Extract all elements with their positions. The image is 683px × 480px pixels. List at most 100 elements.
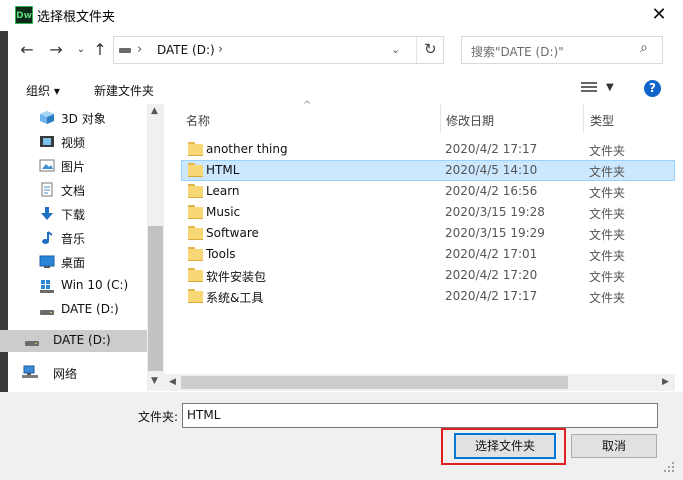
folder-name-input[interactable]: HTML <box>182 403 658 428</box>
file-type: 文件夹 <box>589 207 626 221</box>
sidebar-item-label: DATE (D:) <box>61 302 119 316</box>
address-bar[interactable]: › DATE (D:) › ⌄ ↻ <box>113 36 444 64</box>
folder-icon <box>188 184 203 198</box>
up-arrow-icon[interactable]: ↑ <box>89 38 111 62</box>
folder-icon <box>188 142 203 156</box>
file-name: 系统&工具 <box>206 291 264 305</box>
video-icon <box>39 134 55 149</box>
scroll-up-icon[interactable]: ▲ <box>151 106 158 116</box>
search-icon[interactable]: ⌕ <box>640 40 648 56</box>
sidebar-item-date-d-root[interactable]: DATE (D:) <box>0 330 147 352</box>
file-type: 文件夹 <box>589 228 626 242</box>
file-type: 文件夹 <box>589 291 626 305</box>
sidebar-item-label: DATE (D:) <box>53 333 111 347</box>
list-item[interactable]: another thing 2020/4/2 17:17 文件夹 <box>181 139 675 160</box>
list-item[interactable]: Music 2020/3/15 19:28 文件夹 <box>181 202 675 223</box>
sidebar-item-label: Win 10 (C:) <box>61 278 129 292</box>
list-item[interactable]: 软件安装包 2020/4/2 17:20 文件夹 <box>181 265 675 286</box>
sidebar-item-desktop[interactable]: 桌面 <box>9 251 147 273</box>
select-folder-button[interactable]: 选择文件夹 <box>454 433 556 459</box>
drive-icon <box>119 48 131 53</box>
folder-icon <box>188 289 203 303</box>
file-date: 2020/4/2 17:17 <box>445 142 538 156</box>
list-item-selected[interactable]: HTML 2020/4/5 14:10 文件夹 <box>181 160 675 181</box>
sidebar-item-3d-objects[interactable]: 3D 对象 <box>9 107 147 129</box>
file-name: another thing <box>206 142 288 156</box>
new-folder-button[interactable]: 新建文件夹 <box>94 82 154 99</box>
column-divider[interactable] <box>583 104 584 132</box>
sidebar-item-label: 文档 <box>61 184 86 198</box>
network-icon <box>22 365 38 380</box>
column-divider[interactable] <box>440 104 441 132</box>
view-details-icon[interactable] <box>581 80 597 94</box>
folder-icon <box>188 226 203 240</box>
scroll-right-icon[interactable]: ▶ <box>662 377 669 387</box>
list-item[interactable]: Tools 2020/4/2 17:01 文件夹 <box>181 244 675 265</box>
sidebar-item-documents[interactable]: 文档 <box>9 179 147 201</box>
column-header-type[interactable]: 类型 <box>590 112 614 129</box>
search-box[interactable]: 搜索"DATE (D:)" ⌕ <box>461 36 663 64</box>
breadcrumb-drive[interactable]: DATE (D:) <box>157 43 215 57</box>
horizontal-scrollbar[interactable]: ◀ ▶ <box>164 374 675 391</box>
list-item[interactable]: Learn 2020/4/2 16:56 文件夹 <box>181 181 675 202</box>
help-icon[interactable]: ? <box>644 80 661 97</box>
file-name: Learn <box>206 184 240 198</box>
scroll-thumb[interactable] <box>181 376 568 389</box>
resize-grip-icon[interactable] <box>664 462 676 474</box>
sidebar-item-pictures[interactable]: 图片 <box>9 155 147 177</box>
file-name: 软件安装包 <box>206 270 267 284</box>
address-dropdown-icon[interactable]: ⌄ <box>391 43 400 56</box>
breadcrumb-chevron-icon[interactable]: › <box>218 42 223 57</box>
sidebar-item-network[interactable]: 网络 <box>0 362 147 384</box>
back-arrow-icon[interactable]: ← <box>16 38 38 62</box>
file-type: 文件夹 <box>589 270 626 284</box>
sidebar-item-label: 视频 <box>61 136 86 150</box>
sidebar-item-win10-c[interactable]: Win 10 (C:) <box>9 275 147 297</box>
sidebar-scrollbar[interactable]: ▲ ▼ <box>147 104 164 391</box>
file-name: Software <box>206 226 259 240</box>
view-options-dropdown-icon[interactable]: ▼ <box>606 82 614 93</box>
organize-menu[interactable]: 组织 ▾ <box>26 82 60 99</box>
file-name: Tools <box>206 247 236 261</box>
folder-icon <box>188 205 203 219</box>
file-date: 2020/4/5 14:10 <box>445 163 538 177</box>
window-title: 选择根文件夹 <box>37 10 116 25</box>
file-date: 2020/4/2 16:56 <box>445 184 538 198</box>
scroll-down-icon[interactable]: ▼ <box>151 376 158 386</box>
breadcrumb-chevron-icon[interactable]: › <box>137 42 142 57</box>
column-header-name[interactable]: 名称 <box>186 112 210 129</box>
scroll-left-icon[interactable]: ◀ <box>169 377 176 387</box>
scroll-thumb[interactable] <box>148 226 163 371</box>
sidebar-item-label: 图片 <box>61 160 86 174</box>
sidebar-item-date-d[interactable]: DATE (D:) <box>9 299 147 321</box>
sidebar-item-music[interactable]: 音乐 <box>9 227 147 249</box>
refresh-icon[interactable]: ↻ <box>424 40 437 58</box>
file-type: 文件夹 <box>589 249 626 263</box>
list-item[interactable]: 系统&工具 2020/4/2 17:17 文件夹 <box>181 286 675 307</box>
sidebar-item-label: 音乐 <box>61 232 86 246</box>
sidebar-item-videos[interactable]: 视频 <box>9 131 147 153</box>
forward-arrow-icon[interactable]: → <box>45 38 67 62</box>
column-header-date[interactable]: 修改日期 <box>446 112 494 129</box>
file-date: 2020/3/15 19:29 <box>445 226 545 240</box>
drive-icon <box>39 302 55 317</box>
sidebar-item-downloads[interactable]: 下载 <box>9 203 147 225</box>
folder-icon <box>188 163 203 177</box>
file-date: 2020/3/15 19:28 <box>445 205 545 219</box>
file-type: 文件夹 <box>589 165 626 179</box>
file-date: 2020/4/2 17:20 <box>445 268 538 282</box>
sidebar-item-label: 下载 <box>61 208 86 222</box>
address-divider <box>416 37 417 63</box>
file-date: 2020/4/2 17:17 <box>445 289 538 303</box>
sidebar-item-label: 桌面 <box>61 256 86 270</box>
close-icon[interactable]: ✕ <box>648 4 670 26</box>
folder-field-label: 文件夹: <box>138 410 179 424</box>
drive-icon <box>24 333 40 348</box>
sidebar-item-label: 网络 <box>53 367 78 381</box>
list-item[interactable]: Software 2020/3/15 19:29 文件夹 <box>181 223 675 244</box>
cancel-button[interactable]: 取消 <box>571 434 657 458</box>
sidebar-item-label: 3D 对象 <box>61 112 106 126</box>
documents-icon <box>39 182 55 197</box>
pictures-icon <box>39 158 55 173</box>
download-icon <box>39 206 55 221</box>
